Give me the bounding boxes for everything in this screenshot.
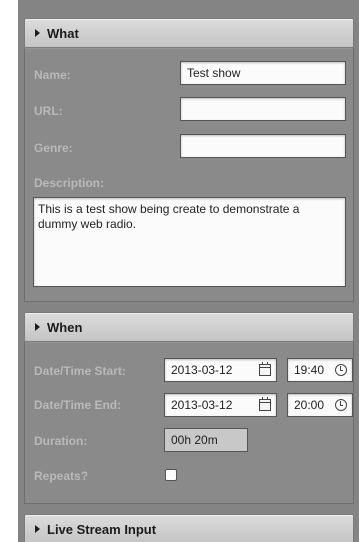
calendar-icon[interactable] [259,397,271,411]
name-input[interactable]: Test show [180,61,346,85]
duration-field: 00h 20m [164,428,248,452]
triangle-right-icon [35,29,40,37]
url-label: URL: [34,104,63,118]
description-label: Description: [34,176,105,190]
section-header-live-stream[interactable]: Live Stream Input [24,514,354,542]
clock-icon[interactable] [335,364,347,376]
end-time-input[interactable]: 20:00 [287,393,353,417]
section-title-what: What [47,26,79,41]
clock-icon[interactable] [335,399,347,411]
section-title-when: When [47,320,83,335]
section-header-what[interactable]: What [24,18,354,48]
section-body-what: Name: Test show URL: Genre: Description:… [24,48,354,302]
start-time-value: 19:40 [294,363,325,377]
duration-label: Duration: [34,434,88,448]
end-date-input[interactable]: 2013-03-12 [164,393,277,417]
triangle-right-icon [35,525,40,533]
section-header-when[interactable]: When [24,312,354,342]
start-label: Date/Time Start: [34,364,126,378]
end-label: Date/Time End: [34,398,122,412]
repeats-label: Repeats? [34,469,89,483]
end-date-value: 2013-03-12 [171,398,233,412]
start-date-input[interactable]: 2013-03-12 [164,358,277,382]
url-input[interactable] [180,97,346,121]
show-editor-panel: What Name: Test show URL: Genre: Descrip… [18,0,359,542]
genre-input[interactable] [180,134,346,158]
repeats-checkbox[interactable] [165,469,177,481]
calendar-icon[interactable] [259,362,271,376]
start-date-value: 2013-03-12 [171,363,233,377]
genre-label: Genre: [34,141,73,155]
section-body-when: Date/Time Start: 2013-03-12 19:40 Date/T… [24,342,354,504]
end-time-value: 20:00 [294,398,325,412]
description-textarea[interactable]: This is a test show being create to demo… [33,197,346,287]
start-time-input[interactable]: 19:40 [287,358,353,382]
triangle-right-icon [35,323,40,331]
section-title-live-stream: Live Stream Input [47,522,157,537]
name-label: Name: [34,68,71,82]
